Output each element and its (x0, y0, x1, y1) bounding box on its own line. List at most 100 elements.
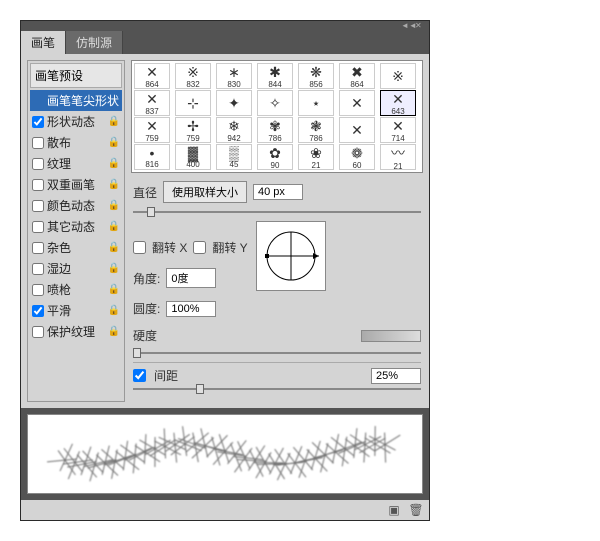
option-checkbox[interactable] (32, 158, 44, 170)
flip-x-label: 翻转 X (152, 239, 187, 256)
option-checkbox[interactable] (32, 326, 44, 338)
brush-thumbnail[interactable]: ✖864 (339, 63, 375, 89)
brush-preset-button[interactable]: 画笔预设 (30, 63, 122, 88)
spacing-checkbox[interactable] (133, 369, 146, 382)
collapse-icon[interactable]: ◄◄ (401, 22, 411, 30)
brush-size-label: 643 (391, 108, 404, 116)
lock-icon[interactable]: 🔒 (108, 200, 120, 211)
option-label: 湿边 (47, 260, 71, 277)
lock-icon[interactable]: 🔒 (108, 263, 120, 274)
diameter-slider[interactable] (133, 207, 421, 217)
option-checkbox[interactable] (32, 305, 44, 317)
option-checkbox[interactable] (32, 179, 44, 191)
brush-thumbnail[interactable]: ✢759 (175, 117, 211, 143)
option-label: 平滑 (47, 302, 71, 319)
spacing-input[interactable]: 25% (371, 368, 421, 384)
option-checkbox[interactable] (32, 200, 44, 212)
option-row[interactable]: 散布🔒 (30, 132, 122, 153)
option-row[interactable]: 双重画笔🔒 (30, 174, 122, 195)
option-checkbox[interactable] (32, 263, 44, 275)
diameter-input[interactable]: 40 px (253, 184, 303, 200)
use-sample-size-button[interactable]: 使用取样大小 (163, 181, 247, 203)
brush-size-label: 786 (309, 135, 322, 143)
trash-icon[interactable]: 🗑 (409, 503, 423, 517)
brush-thumbnail[interactable]: ✱844 (257, 63, 293, 89)
new-brush-icon[interactable]: ▣ (387, 503, 401, 517)
option-checkbox[interactable] (32, 137, 44, 149)
brush-thumbnail[interactable]: ✧ (257, 90, 293, 116)
brush-thumbnail[interactable]: ▒45 (216, 144, 252, 170)
option-row[interactable]: 湿边 🔒 (30, 258, 122, 279)
option-row[interactable]: 颜色动态🔒 (30, 195, 122, 216)
lock-icon[interactable]: 🔒 (108, 116, 120, 127)
option-row[interactable]: 其它动态🔒 (30, 216, 122, 237)
option-checkbox[interactable] (32, 116, 44, 128)
flip-y-label: 翻转 Y (212, 239, 247, 256)
brush-thumbnail[interactable]: ✕864 (134, 63, 170, 89)
lock-icon[interactable]: 🔒 (108, 221, 120, 232)
brush-thumbnail[interactable]: ✕ (339, 90, 375, 116)
brush-size-label: 942 (227, 135, 240, 143)
lock-icon[interactable]: 🔒 (108, 242, 120, 253)
brush-thumbnail[interactable]: ❀21 (298, 144, 334, 170)
brush-thumbnail[interactable]: ✾786 (257, 117, 293, 143)
brush-size-label: 786 (268, 135, 281, 143)
panel-footer: ▣ 🗑 (21, 500, 429, 520)
flip-x-checkbox[interactable] (133, 241, 146, 254)
brush-thumbnail[interactable]: ※832 (175, 63, 211, 89)
brush-thumbnail[interactable]: ✕643 (380, 90, 416, 116)
option-checkbox[interactable] (32, 284, 44, 296)
option-row[interactable]: 画笔笔尖形状 (30, 90, 122, 111)
option-row[interactable]: 平滑 🔒 (30, 300, 122, 321)
brush-thumbnail[interactable]: ▓400 (175, 144, 211, 170)
brush-size-label: 816 (145, 161, 158, 169)
brush-grid[interactable]: ✕864※832∗830✱844❋856✖864※✕837⊹✦✧⋆✕✕643✕7… (131, 60, 423, 173)
lock-icon[interactable]: 🔒 (108, 137, 120, 148)
lock-icon[interactable]: 🔒 (108, 284, 120, 295)
brush-thumbnail[interactable]: ✕837 (134, 90, 170, 116)
lock-icon[interactable]: 🔒 (108, 305, 120, 316)
hardness-label: 硬度 (133, 327, 157, 344)
brush-size-label: 759 (186, 135, 199, 143)
flip-y-checkbox[interactable] (193, 241, 206, 254)
close-icon[interactable]: ✕ (415, 22, 425, 30)
option-checkbox[interactable] (32, 221, 44, 233)
lock-icon[interactable]: 🔒 (108, 179, 120, 190)
brush-thumbnail[interactable]: ⊹ (175, 90, 211, 116)
brush-thumbnail[interactable]: ❃786 (298, 117, 334, 143)
brush-thumbnail[interactable]: •816 (134, 144, 170, 170)
brush-thumbnail[interactable]: ✕759 (134, 117, 170, 143)
spacing-slider[interactable] (133, 384, 421, 394)
tab-clone-source[interactable]: 仿制源 (66, 31, 123, 54)
option-row[interactable]: 纹理🔒 (30, 153, 122, 174)
brush-size-label: 90 (271, 162, 280, 170)
brush-thumbnail[interactable]: ⋆ (298, 90, 334, 116)
brush-thumbnail[interactable]: ❁60 (339, 144, 375, 170)
option-row[interactable]: 喷枪🔒 (30, 279, 122, 300)
brush-size-label: 45 (230, 161, 239, 169)
brush-thumbnail[interactable]: ✕ (339, 117, 375, 143)
lock-icon[interactable]: 🔒 (108, 326, 120, 337)
option-checkbox[interactable] (32, 242, 44, 254)
option-row[interactable]: 杂色🔒 (30, 237, 122, 258)
brush-panel: ◄◄ ✕ 画笔 仿制源 画笔预设 画笔笔尖形状形状动态🔒散布🔒纹理🔒双重画笔🔒颜… (20, 20, 430, 521)
roundness-input[interactable]: 100% (166, 301, 216, 317)
brush-thumbnail[interactable]: ✕714 (380, 117, 416, 143)
option-row[interactable]: 形状动态🔒 (30, 111, 122, 132)
brush-thumbnail[interactable]: ※ (380, 63, 416, 89)
tab-brush[interactable]: 画笔 (21, 31, 66, 54)
brush-thumbnail[interactable]: ∗830 (216, 63, 252, 89)
hardness-slider[interactable] (133, 348, 421, 358)
brush-size-label: 759 (145, 135, 158, 143)
angle-preview[interactable] (256, 221, 326, 291)
option-label: 画笔笔尖形状 (47, 92, 119, 109)
brush-thumbnail[interactable]: 〰21 (380, 144, 416, 170)
option-label: 保护纹理 (47, 323, 95, 340)
lock-icon[interactable]: 🔒 (108, 158, 120, 169)
brush-thumbnail[interactable]: ❋856 (298, 63, 334, 89)
brush-thumbnail[interactable]: ❄942 (216, 117, 252, 143)
brush-thumbnail[interactable]: ✦ (216, 90, 252, 116)
option-row[interactable]: 保护纹理 🔒 (30, 321, 122, 342)
brush-thumbnail[interactable]: ✿90 (257, 144, 293, 170)
angle-input[interactable]: 0度 (166, 268, 216, 288)
